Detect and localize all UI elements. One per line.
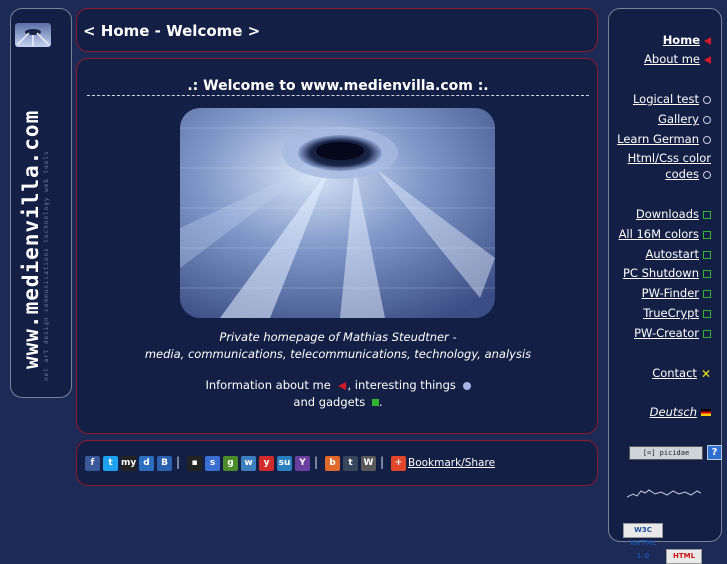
w3c-xhtml-badge[interactable]: W3C XHTML 1.0 (623, 523, 663, 560)
nav-item-label: Home (662, 33, 700, 47)
red-triangle-icon (704, 36, 711, 45)
nav-item-deutsch[interactable]: Deutsch (650, 404, 711, 420)
main-content: .: Welcome to www.medienvilla.com :. Pri… (76, 58, 598, 434)
nav-item-truecrypt[interactable]: TrueCrypt (643, 305, 711, 321)
page-title: .: Welcome to www.medienvilla.com :. (187, 78, 489, 94)
nav-item-downloads[interactable]: Downloads (636, 206, 711, 222)
nav-item-label: Learn German (617, 132, 699, 146)
tumblr-icon[interactable]: t (343, 456, 358, 471)
vertical-site-subtitle: net art design communications technology… (43, 150, 50, 381)
nav-item-label: PC Shutdown (622, 266, 699, 280)
tagline-line-1: Private homepage of Mathias Steudtner - (219, 330, 457, 344)
picidae-button[interactable]: [=] picidae (629, 446, 703, 460)
nav-item-about-me[interactable]: About me (644, 51, 711, 67)
blogger-b-icon[interactable]: B (157, 456, 172, 471)
digg-icon[interactable]: d (139, 456, 154, 471)
nav-item-html-css-color-codes[interactable]: Html/Css color codes (621, 150, 711, 182)
bookmark-share-link[interactable]: Bookmark/Share (408, 457, 495, 469)
nav-item-contact[interactable]: Contact ✕ (652, 365, 711, 381)
nav-item-label: Html/Css color codes (627, 151, 711, 181)
google-icon[interactable]: g (223, 456, 238, 471)
green-square-icon (371, 399, 379, 406)
red-triangle-icon (338, 381, 347, 390)
green-square-icon (703, 329, 711, 338)
hero-disc-image (180, 108, 495, 318)
nav-item-pw-creator[interactable]: PW-Creator (634, 325, 711, 341)
info-gadgets-text: and gadgets (293, 395, 366, 409)
green-square-icon (703, 230, 711, 239)
nav-item-label: Autostart (645, 247, 700, 261)
disc-logo-icon (15, 23, 51, 47)
yahoo-icon[interactable]: Y (295, 456, 310, 471)
red-triangle-icon (704, 55, 711, 64)
nav-item-label: Deutsch (649, 405, 697, 419)
circle-icon (703, 135, 711, 144)
nav-item-label: Gallery (658, 112, 699, 126)
su-icon[interactable]: su (277, 456, 292, 471)
facebook-icon[interactable]: f (85, 456, 100, 471)
blue-circle-icon (462, 381, 471, 390)
nav-item-label: Contact (652, 366, 697, 380)
tagline: Private homepage of Mathias Steudtner - … (77, 329, 599, 363)
sparkline-graphic (627, 489, 701, 498)
misterwong-icon[interactable]: w (241, 456, 256, 471)
nav-item-label: TrueCrypt (643, 306, 699, 320)
breadcrumb: < Home - Welcome > (83, 22, 261, 40)
nav-item-autostart[interactable]: Autostart (645, 246, 711, 262)
nav-item-label: Downloads (635, 207, 699, 221)
nav-item-learn-german[interactable]: Learn German (617, 131, 711, 147)
nav-item-label: Logical test (632, 92, 699, 106)
nav-item-label: All 16M colors (618, 227, 699, 241)
german-flag-icon (701, 409, 711, 416)
nav-item-home[interactable]: Home (663, 32, 711, 48)
info-period: . (378, 395, 383, 409)
addthis-icon[interactable]: + (391, 456, 406, 471)
circle-icon (703, 170, 711, 179)
share-separator: | (176, 455, 181, 469)
vertical-site-name: www.medienvilla.com (19, 109, 43, 369)
nav-item-gallery[interactable]: Gallery (658, 111, 711, 127)
title-divider (87, 95, 589, 96)
tagline-line-2: media, communications, telecommunication… (144, 347, 532, 361)
green-square-icon (703, 309, 711, 318)
info-interesting-text: , interesting things (347, 378, 456, 392)
right-navigation: Home About me Logical test Gallery Learn Ger… (608, 8, 722, 564)
info-about-me-text: Information about me (205, 378, 331, 392)
stumbleupon-icon[interactable]: s (205, 456, 220, 471)
green-square-icon (703, 250, 711, 259)
circle-icon (703, 115, 711, 124)
yigg-icon[interactable]: y (259, 456, 274, 471)
share-separator: | (380, 455, 385, 469)
green-square-icon (703, 210, 711, 219)
blogger-icon[interactable]: b (325, 456, 340, 471)
nav-item-label: About me (644, 52, 700, 66)
share-separator: | (314, 455, 319, 469)
nav-item-label: PW-Creator (634, 326, 699, 340)
help-icon[interactable]: ? (707, 445, 722, 460)
nav-item-logical-test[interactable]: Logical test (633, 91, 711, 107)
nav-item-all-16m-colors[interactable]: All 16M colors (619, 226, 711, 242)
circle-icon (703, 95, 711, 104)
site-title-strip: www.medienvilla.com net art design commu… (10, 8, 72, 398)
twitter-icon[interactable]: t (103, 456, 118, 471)
info-legend: Information about me , interesting thing… (77, 377, 599, 411)
nav-item-pc-shutdown[interactable]: PC Shutdown (623, 265, 711, 281)
nav-item-label: PW-Finder (641, 286, 699, 300)
nav-item-pw-finder[interactable]: PW-Finder (642, 285, 711, 301)
share-bar: f t my d B | ▪ s g w y su Y | b t W | + Bookmark/Share (76, 440, 598, 486)
delicious-icon[interactable]: ▪ (187, 456, 202, 471)
myspace-icon[interactable]: my (121, 456, 136, 471)
x-icon: ✕ (700, 366, 711, 381)
wordpress-icon[interactable]: W (361, 456, 376, 471)
header-bar: < Home - Welcome > (76, 8, 598, 52)
html-validator-badge[interactable]: HTML (666, 549, 702, 564)
green-square-icon (703, 269, 711, 278)
green-square-icon (703, 289, 711, 298)
